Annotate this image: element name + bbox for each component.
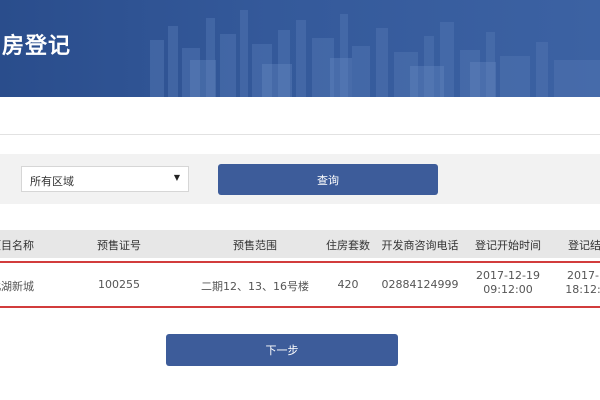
row-sale-range: 二期12、13、16号楼 <box>201 280 309 293</box>
row-unit-count: 420 <box>337 278 359 291</box>
row-developer-phone: 02884124999 <box>381 278 459 291</box>
row-start-clock: 09:12:00 <box>483 283 533 296</box>
column-header-sale-range: 预售范围 <box>233 239 277 252</box>
page-title: 房登记 <box>2 34 72 59</box>
region-select-value: 所有区域 <box>30 175 74 188</box>
row-end-time: 2017-1218:12:00 <box>550 269 600 297</box>
row-start-date: 2017-12-19 <box>476 269 540 282</box>
column-header-end-time: 登记结束 <box>568 239 600 252</box>
column-header-unit-count: 住房套数 <box>326 239 370 252</box>
column-header-project-name: 项目名称 <box>0 239 34 252</box>
filter-bar: 所有区域 ▼ 查询 <box>0 154 600 204</box>
row-end-clock: 18:12:00 <box>565 283 600 296</box>
column-header-developer-phone: 开发商咨询电话 <box>381 239 459 252</box>
column-header-start-time: 登记开始时间 <box>475 239 541 252</box>
divider <box>0 134 600 135</box>
table-row[interactable]: 北湖新城 100255 二期12、13、16号楼 420 02884124999… <box>0 261 600 308</box>
header-banner: 房登记 <box>0 0 600 97</box>
dropdown-arrow-icon: ▼ <box>173 173 180 182</box>
table-header: 项目名称 预售证号 预售范围 住房套数 开发商咨询电话 登记开始时间 登记结束 <box>0 230 600 258</box>
query-button[interactable]: 查询 <box>218 164 438 195</box>
next-step-button[interactable]: 下一步 <box>166 334 398 366</box>
column-header-permit-no: 预售证号 <box>97 239 141 252</box>
city-skyline-image <box>150 10 600 97</box>
row-end-date: 2017-12 <box>567 269 600 282</box>
row-permit-no: 100255 <box>98 278 140 291</box>
region-select[interactable]: 所有区域 ▼ <box>21 166 189 192</box>
row-start-time: 2017-12-19 09:12:00 <box>468 269 548 297</box>
row-project-name: 北湖新城 <box>0 280 34 293</box>
